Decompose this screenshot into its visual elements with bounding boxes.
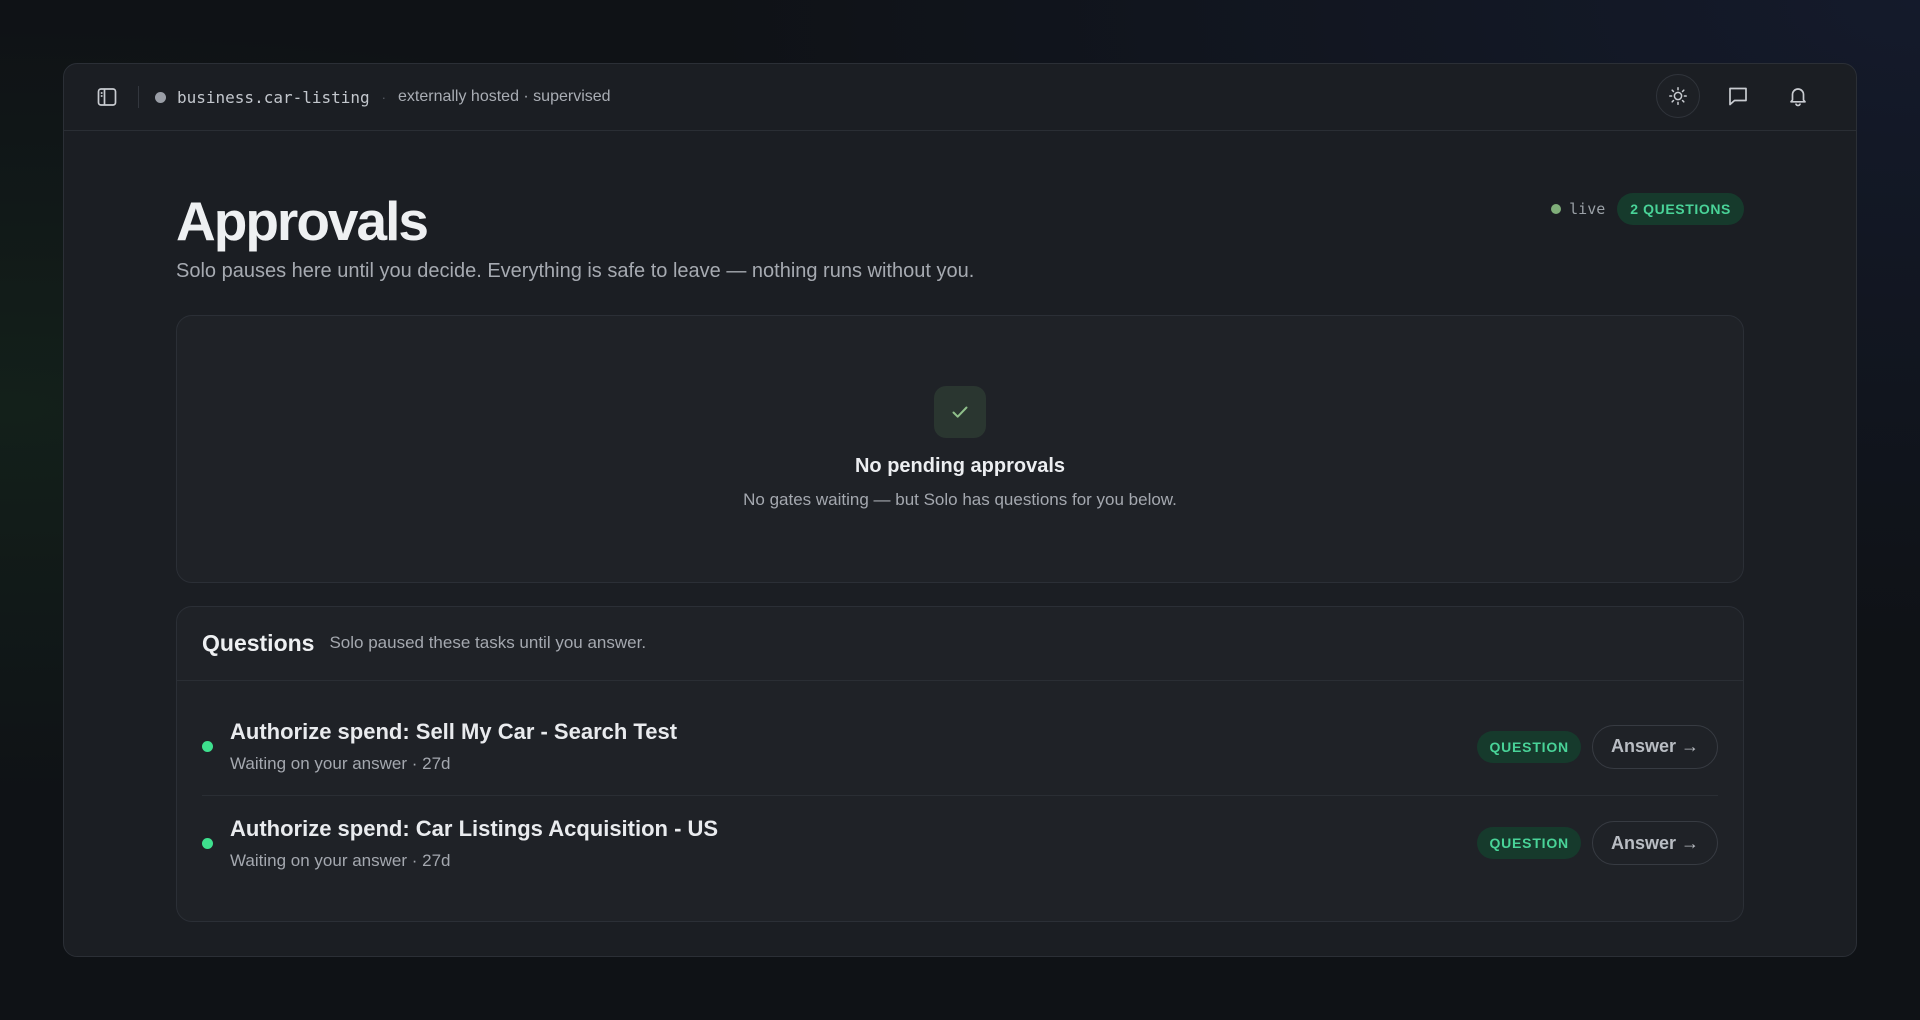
questions-panel: Questions Solo paused these tasks until … [176, 605, 1744, 922]
live-indicator-dot [1551, 204, 1562, 214]
separator: · [381, 89, 386, 105]
questions-title: Questions [202, 629, 315, 656]
question-status-dot [202, 837, 213, 849]
topbar-actions [1656, 74, 1820, 118]
live-label: live [1569, 200, 1606, 218]
question-status-dot [202, 741, 213, 752]
check-icon [934, 385, 986, 438]
status-group: live 2 QUESTIONS [1551, 193, 1744, 225]
sidebar-toggle-icon[interactable] [94, 84, 120, 110]
question-row: Authorize spend: Sell My Car - Search Te… [202, 699, 1718, 795]
question-meta: Waiting on your answer · 27d [230, 850, 451, 870]
bell-icon[interactable] [1776, 74, 1820, 118]
questions-subtitle: Solo paused these tasks until you answer… [329, 633, 647, 652]
workspace-name[interactable]: business.car-listing [177, 88, 370, 107]
top-bar: business.car-listing · externally hosted… [64, 64, 1856, 131]
workspace-status-dot [155, 91, 166, 103]
approvals-empty-state: No pending approvals No gates waiting — … [176, 314, 1744, 583]
question-text: Authorize spend: Sell My Car - Search Te… [230, 719, 1477, 774]
question-title: Authorize spend: Sell My Car - Search Te… [230, 719, 678, 744]
page-subtitle: Solo pauses here until you decide. Every… [176, 259, 975, 282]
question-row: Authorize spend: Car Listings Acquisitio… [202, 794, 1718, 891]
page-header: Approvals Solo pauses here until you dec… [176, 131, 1744, 283]
empty-state-description: No gates waiting — but Solo has question… [743, 489, 1177, 509]
hosting-info: externally hosted · supervised [398, 88, 611, 105]
question-meta: Waiting on your answer · 27d [230, 754, 451, 773]
questions-header: Questions Solo paused these tasks until … [177, 607, 1743, 681]
page-title: Approvals [176, 190, 429, 252]
app-window: business.car-listing · externally hosted… [63, 63, 1857, 957]
chat-icon[interactable] [1716, 74, 1760, 118]
question-title: Authorize spend: Car Listings Acquisitio… [230, 815, 719, 841]
question-badge: QUESTION [1477, 827, 1581, 859]
divider [138, 86, 139, 108]
questions-count-badge: 2 QUESTIONS [1617, 193, 1744, 225]
questions-list: Authorize spend: Sell My Car - Search Te… [177, 699, 1743, 891]
question-badge: QUESTION [1477, 730, 1581, 763]
answer-button[interactable]: Answer → [1591, 724, 1718, 769]
question-text: Authorize spend: Car Listings Acquisitio… [230, 816, 1477, 871]
main-content: Approvals Solo pauses here until you dec… [64, 131, 1856, 922]
answer-button[interactable]: Answer → [1591, 821, 1718, 865]
empty-state-title: No pending approvals [854, 454, 1066, 477]
sun-icon[interactable] [1656, 74, 1700, 118]
